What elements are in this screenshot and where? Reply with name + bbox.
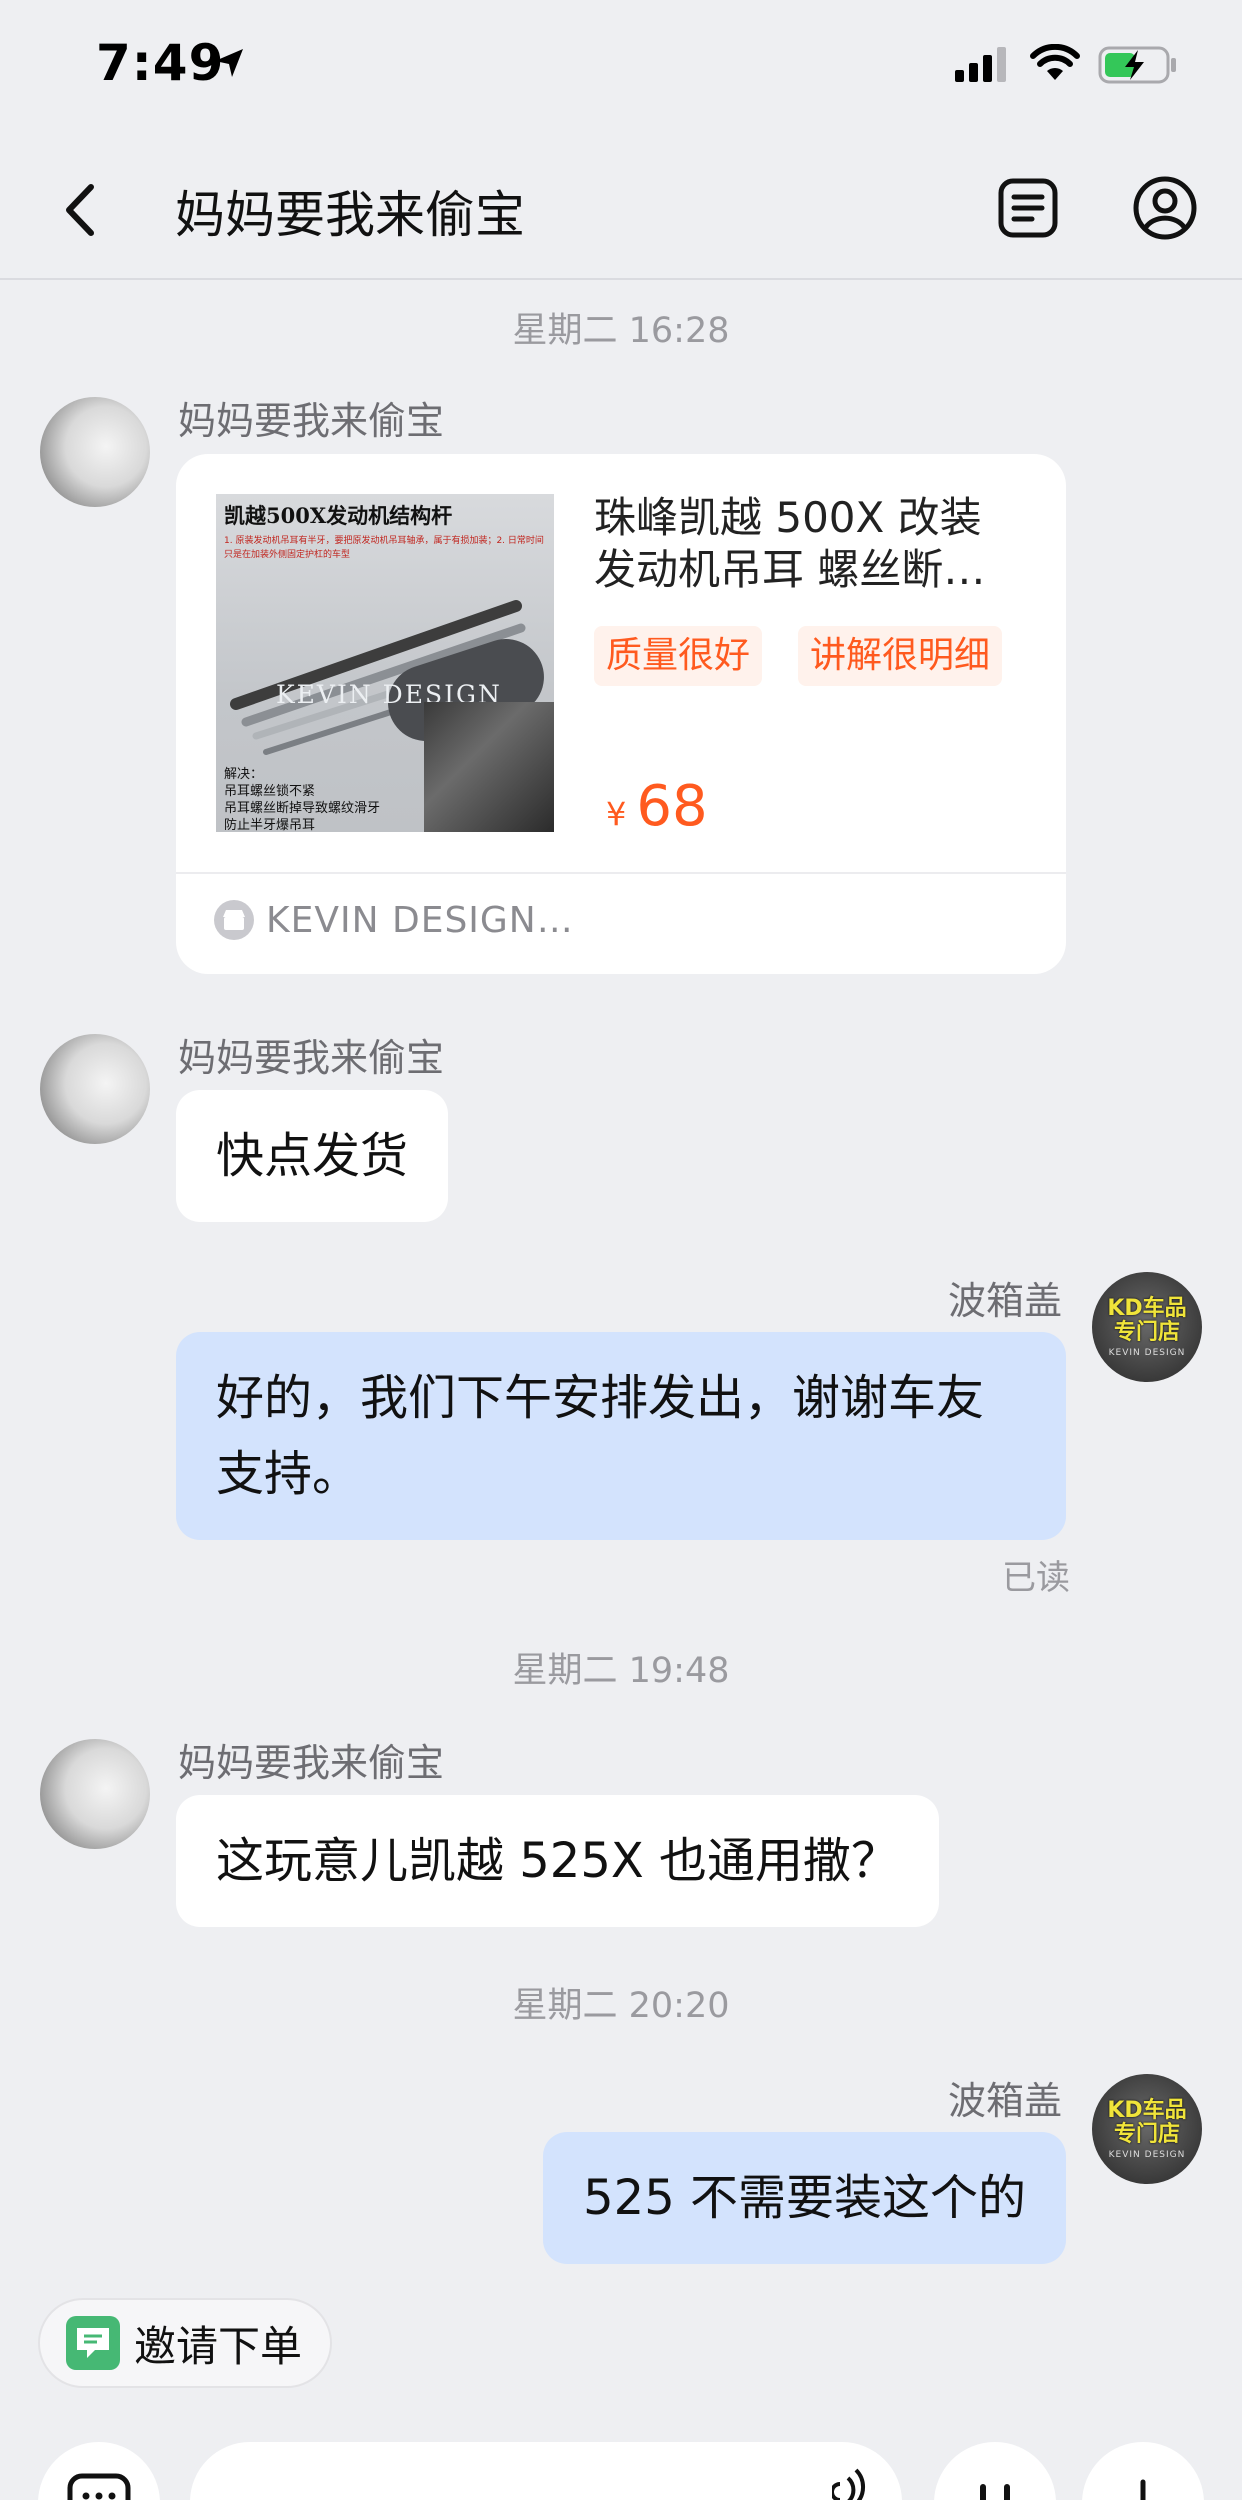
product-image: 凯越500X发动机结构杆 1. 原装发动机吊耳有半牙，要把原发动机吊耳轴承，属于… (216, 494, 554, 832)
status-bar: 7:49 (0, 0, 1242, 135)
plus-icon (1140, 2479, 1146, 2500)
product-card[interactable]: 凯越500X发动机结构杆 1. 原装发动机吊耳有半牙，要把原发动机吊耳轴承，属于… (176, 454, 1066, 974)
back-chevron-icon (66, 184, 94, 236)
product-image-inset (424, 702, 554, 832)
message-input[interactable] (190, 2442, 902, 2500)
profile-icon (1133, 176, 1197, 240)
price-amount: 68 (636, 774, 708, 839)
read-status: 已读 (1002, 1558, 1070, 1598)
nav-bar: 妈妈要我来偷宝 (0, 135, 1242, 280)
page-title: 妈妈要我来偷宝 (175, 186, 525, 244)
wifi-icon (1030, 44, 1080, 80)
shop-link[interactable]: KEVIN DESIGN… (214, 890, 574, 950)
chat-screen: 7:49 妈妈要我来偷宝 星期二 16:28 妈妈要我来偷宝 凯越500X发动机… (0, 0, 1242, 2500)
seller-avatar[interactable]: KD车品 专门店 KEVIN DESIGN (1092, 1272, 1202, 1382)
sender-name: 妈妈要我来偷宝 (178, 1741, 445, 1785)
message-bubble-incoming[interactable]: 快点发货 (176, 1090, 449, 1222)
sender-name: 妈妈要我来偷宝 (178, 399, 445, 443)
status-time: 7:49 (96, 34, 225, 92)
buyer-avatar[interactable] (40, 1034, 150, 1144)
buyer-avatar[interactable] (40, 1739, 150, 1849)
message-bubble-outgoing[interactable]: 好的，我们下午安排发出，谢谢车友支持。 (176, 1332, 1066, 1540)
quick-reply-button[interactable] (38, 2442, 160, 2500)
product-price: ¥68 (606, 774, 708, 839)
message-bubble-incoming[interactable]: 这玩意儿凯越 525X 也通用撒？ (176, 1795, 940, 1927)
product-image-footer: 解决： 吊耳螺丝锁不紧 吊耳螺丝断掉导致螺纹滑牙 防止半牙爆吊耳 (224, 767, 381, 832)
card-divider (176, 872, 1066, 874)
input-bar (0, 2420, 1242, 2500)
invite-order-button[interactable]: 邀请下单 (38, 2298, 333, 2388)
more-actions-button[interactable] (1082, 2442, 1204, 2500)
seller-avatar[interactable]: KD车品 专门店 KEVIN DESIGN (1092, 2074, 1202, 2184)
invite-order-label: 邀请下单 (134, 2321, 303, 2371)
price-currency: ¥ (606, 795, 627, 833)
time-separator: 星期二 16:28 (512, 311, 730, 351)
voice-icon[interactable] (832, 2464, 872, 2500)
sender-name: 妈妈要我来偷宝 (178, 1036, 445, 1080)
product-tag: 讲解很明细 (798, 626, 1003, 686)
back-button[interactable] (50, 175, 110, 245)
product-tag: 质量很好 (594, 626, 763, 686)
chat-messages[interactable]: 星期二 16:28 妈妈要我来偷宝 凯越500X发动机结构杆 1. 原装发动机吊… (0, 282, 1242, 2267)
order-list-icon (998, 178, 1058, 238)
order-list-button[interactable] (995, 175, 1061, 241)
time-separator: 星期二 20:20 (512, 1986, 730, 2026)
location-arrow-icon (215, 49, 243, 77)
chat-icon (67, 2473, 131, 2500)
sender-name: 波箱盖 (947, 1279, 1062, 1323)
battery-charging-icon (1098, 46, 1176, 84)
invite-order-icon (66, 2316, 120, 2370)
sender-name: 波箱盖 (947, 2079, 1062, 2123)
product-image-title: 凯越500X发动机结构杆 (224, 503, 453, 528)
shop-name: KEVIN DESIGN… (266, 899, 574, 941)
profile-button[interactable] (1132, 175, 1198, 241)
signal-icon (955, 47, 1006, 82)
shop-icon (214, 900, 254, 940)
message-bubble-outgoing[interactable]: 525 不需要装这个的 (543, 2132, 1066, 2264)
product-title: 珠峰凯越 500X 改装 发动机吊耳 螺丝断… (594, 493, 986, 594)
time-separator: 星期二 19:48 (512, 1651, 730, 1691)
emoji-button[interactable] (934, 2442, 1056, 2500)
buyer-avatar[interactable] (40, 397, 150, 507)
emoji-icon (980, 2484, 1010, 2500)
